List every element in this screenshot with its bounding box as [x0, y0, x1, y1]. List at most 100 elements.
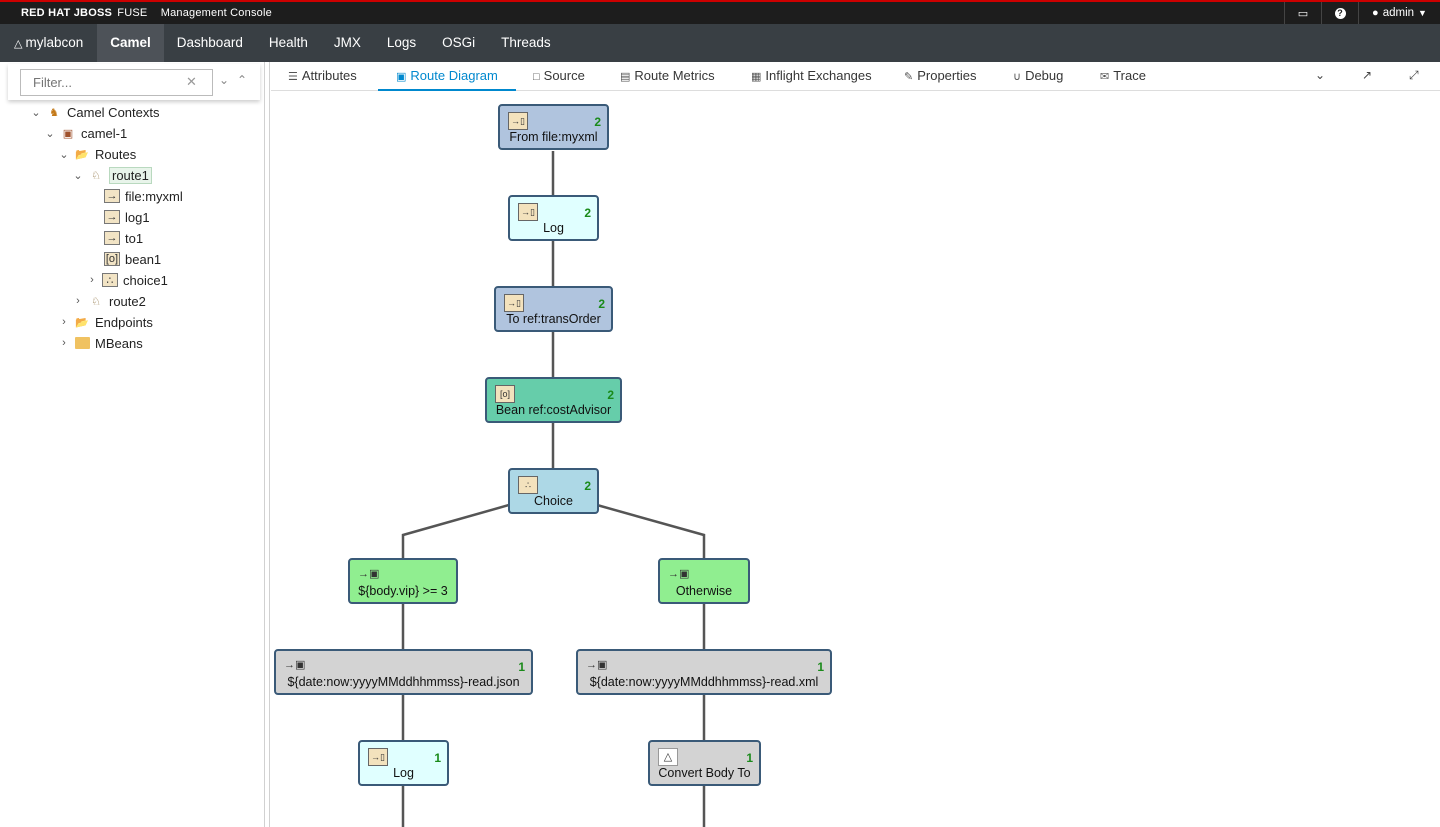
- node-label: ${date:now:yyyyMMddhhmmss}-read.xml: [589, 675, 819, 689]
- diagram-node-convert-body[interactable]: △ 1 Convert Body To: [648, 740, 761, 786]
- nav-osgi[interactable]: OSGi: [429, 24, 488, 62]
- node-count: 1: [746, 751, 753, 765]
- node-label: Log: [543, 221, 564, 235]
- node-label: To ref:transOrder: [506, 312, 601, 326]
- chevron-down-icon[interactable]: ⌄: [1315, 68, 1325, 82]
- monitor-button[interactable]: ▭: [1284, 2, 1321, 24]
- folder-icon: [74, 336, 90, 350]
- tree-context[interactable]: ⌄ ▣ camel-1: [44, 123, 127, 143]
- collapse-all-icon[interactable]: ⌃: [237, 73, 247, 87]
- camel-icon: ♞: [49, 106, 59, 119]
- tab-bar: ☰ Attributes ▣ Route Diagram □ Source ▤ Rout…: [271, 62, 1440, 91]
- expand-all-icon[interactable]: ⌄: [219, 73, 229, 87]
- chevron-right-icon[interactable]: ›: [86, 274, 98, 286]
- to-icon: →▣: [586, 659, 608, 671]
- tab-source[interactable]: □ Source: [533, 62, 585, 91]
- node-label: Convert Body To: [658, 766, 751, 780]
- nav-dashboard[interactable]: Dashboard: [164, 24, 256, 62]
- fullscreen-icon[interactable]: ⤢: [1409, 68, 1419, 83]
- node-label: Choice: [534, 494, 573, 508]
- diagram-node-to[interactable]: →▯ 2 To ref:transOrder: [494, 286, 613, 332]
- tree-camel-contexts[interactable]: ⌄ ♞ Camel Contexts: [30, 102, 159, 122]
- filter-input[interactable]: [20, 69, 213, 96]
- diagram-connectors: [401, 151, 706, 827]
- nav-context[interactable]: △ mylabcon: [0, 24, 97, 62]
- chevron-down-icon[interactable]: ⌄: [72, 169, 84, 182]
- diagram-node-otherwise[interactable]: →▣ Otherwise: [658, 558, 750, 604]
- choice-icon: ∴: [518, 476, 538, 494]
- folder-open-icon: 📂: [75, 148, 89, 161]
- tree-bean1[interactable]: [o] bean1: [88, 249, 161, 269]
- nav-camel[interactable]: Camel: [97, 24, 164, 62]
- chevron-down-icon[interactable]: ⌄: [58, 148, 70, 161]
- tree-choice1[interactable]: › ∴ choice1: [86, 270, 168, 290]
- chevron-right-icon[interactable]: ›: [58, 316, 70, 328]
- brand-console-title: Management Console: [160, 7, 272, 19]
- tab-inflight-exchanges[interactable]: ▦ Inflight Exchanges: [751, 62, 872, 91]
- tree-mbeans[interactable]: › MBeans: [58, 333, 143, 353]
- chevron-right-icon[interactable]: ›: [72, 295, 84, 307]
- node-label: Bean ref:costAdvisor: [495, 403, 612, 417]
- monitor-icon: ▭: [1297, 7, 1309, 20]
- tab-trace[interactable]: ✉ Trace: [1100, 62, 1146, 91]
- node-label: ${body.vip} >= 3: [358, 584, 448, 598]
- node-count: 2: [607, 388, 614, 402]
- diagram-node-bean[interactable]: [o] 2 Bean ref:costAdvisor: [485, 377, 622, 423]
- tab-route-diagram[interactable]: ▣ Route Diagram: [378, 62, 516, 91]
- filter-box: ✕ ⌄ ⌃: [8, 64, 260, 100]
- brand-bar: RED HAT JBOSS FUSE Management Console ▭ …: [0, 0, 1440, 24]
- nav-logs[interactable]: Logs: [374, 24, 429, 62]
- node-count: 1: [817, 660, 824, 674]
- endpoint-icon: →: [104, 189, 120, 203]
- help-icon: ?: [1334, 7, 1346, 19]
- tree-route1[interactable]: ⌄ ♘ route1: [72, 165, 152, 185]
- help-button[interactable]: ?: [1321, 2, 1358, 24]
- chevron-down-icon[interactable]: ⌄: [44, 127, 56, 140]
- brand-logo: RED HAT JBOSS FUSE Management Console: [21, 7, 272, 19]
- node-count: 2: [584, 479, 591, 493]
- user-label: admin: [1382, 7, 1415, 19]
- nav-health[interactable]: Health: [256, 24, 321, 62]
- log-icon: →▯: [518, 203, 538, 221]
- envelope-icon: ✉: [1100, 71, 1110, 83]
- tree-route2[interactable]: › ♘ route2: [72, 291, 146, 311]
- tree-log1[interactable]: → log1: [88, 207, 150, 227]
- node-count: 2: [598, 297, 605, 311]
- chevron-down-icon[interactable]: ⌄: [30, 106, 42, 119]
- node-label: Log: [393, 766, 414, 780]
- route-diagram: →▯ 2 From file:myxml →▯ 2 Log →▯ 2 To re…: [271, 91, 1440, 827]
- nav-threads[interactable]: Threads: [488, 24, 564, 62]
- diagram-node-to-json[interactable]: →▣ 1 ${date:now:yyyyMMddhhmmss}-read.jso…: [274, 649, 533, 695]
- user-menu[interactable]: ● admin ▼: [1358, 2, 1440, 24]
- diagram-node-log[interactable]: →▯ 2 Log: [508, 195, 599, 241]
- pane-splitter[interactable]: [264, 62, 270, 827]
- tab-properties[interactable]: ✎ Properties: [904, 62, 976, 91]
- node-count: 1: [434, 751, 441, 765]
- tree-endpoints[interactable]: › 📂 Endpoints: [58, 312, 153, 332]
- otherwise-icon: →▣: [668, 568, 690, 580]
- share-icon[interactable]: ↗: [1362, 68, 1372, 82]
- bar-chart-icon: ▤: [620, 71, 631, 83]
- bean-icon: [o]: [104, 252, 120, 266]
- node-count: 2: [594, 115, 601, 129]
- endpoint-icon: →▯: [504, 294, 524, 312]
- tree-to1[interactable]: → to1: [88, 228, 143, 248]
- chevron-right-icon[interactable]: ›: [58, 337, 70, 349]
- diagram-node-when[interactable]: →▣ ${body.vip} >= 3: [348, 558, 458, 604]
- route-icon: ♘: [91, 169, 101, 182]
- diagram-node-log-2[interactable]: →▯ 1 Log: [358, 740, 449, 786]
- bean-icon: [o]: [495, 385, 515, 403]
- log-icon: →: [104, 210, 120, 224]
- diagram-node-from[interactable]: →▯ 2 From file:myxml: [498, 104, 609, 150]
- tab-debug[interactable]: ∪ Debug: [1013, 62, 1063, 91]
- diagram-node-to-xml[interactable]: →▣ 1 ${date:now:yyyyMMddhhmmss}-read.xml: [576, 649, 832, 695]
- tab-route-metrics[interactable]: ▤ Route Metrics: [620, 62, 715, 91]
- when-icon: →▣: [358, 568, 380, 580]
- tab-attributes[interactable]: ☰ Attributes: [288, 62, 357, 91]
- tree-endpoint-file[interactable]: → file:myxml: [88, 186, 183, 206]
- diagram-node-choice[interactable]: ∴ 2 Choice: [508, 468, 599, 514]
- node-count: 1: [518, 660, 525, 674]
- tree-routes[interactable]: ⌄ 📂 Routes: [58, 144, 136, 164]
- clear-filter-icon[interactable]: ✕: [186, 74, 197, 90]
- nav-jmx[interactable]: JMX: [321, 24, 374, 62]
